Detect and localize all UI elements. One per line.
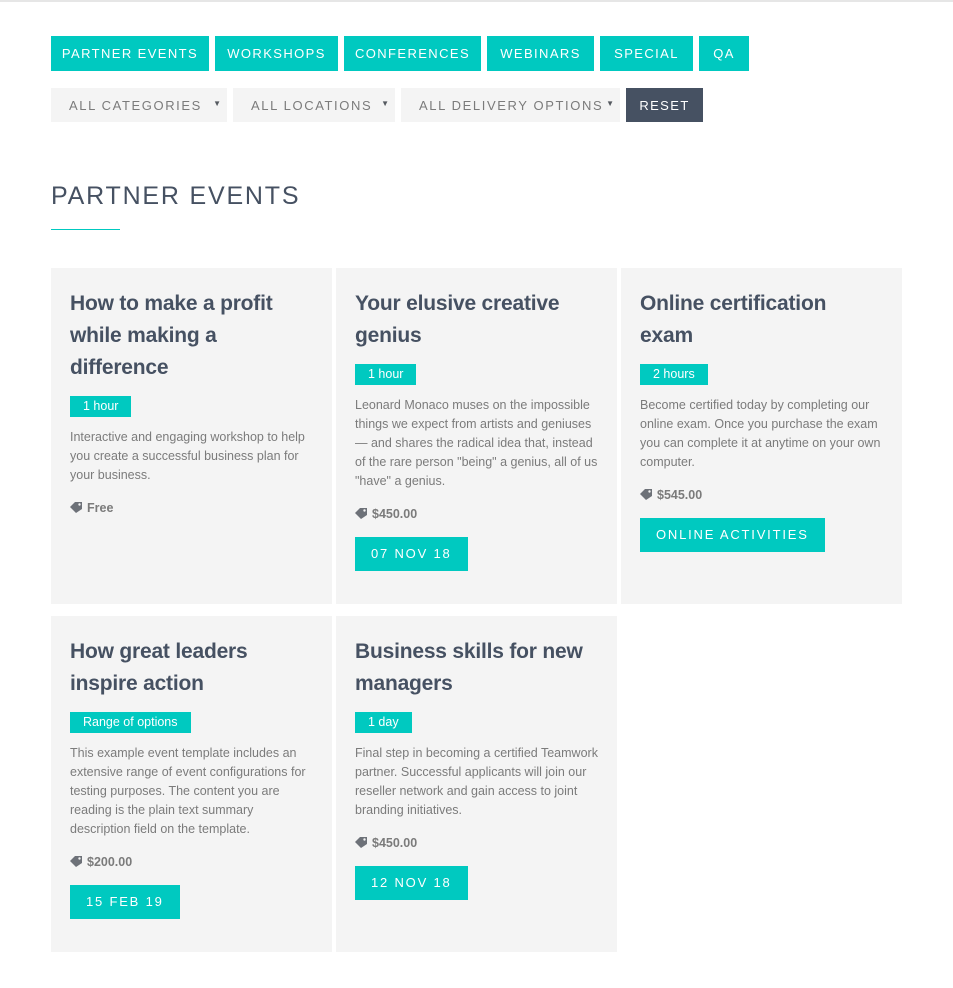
location-select[interactable]: ALL LOCATIONS ▼	[233, 88, 395, 122]
event-description: Interactive and engaging workshop to hel…	[70, 430, 305, 482]
caret-down-icon: ▼	[606, 99, 614, 108]
caret-down-icon: ▼	[213, 99, 221, 108]
event-card: Your elusive creative genius 1 hour Leon…	[336, 268, 617, 604]
event-date-button[interactable]: 07 NOV 18	[355, 537, 468, 571]
event-description: This example event template includes an …	[70, 746, 306, 836]
event-description: Final step in becoming a certified Teamw…	[355, 746, 598, 817]
price-tag-icon	[70, 856, 82, 867]
duration-badge: 2 hours	[640, 364, 708, 385]
tab-conferences[interactable]: CONFERENCES	[344, 36, 481, 71]
event-title[interactable]: Your elusive creative genius	[355, 288, 598, 352]
duration-badge: Range of options	[70, 712, 191, 733]
event-type-tabs: PARTNER EVENTS WORKSHOPS CONFERENCES WEB…	[51, 36, 749, 71]
event-price: $545.00	[640, 485, 883, 504]
event-price: $450.00	[355, 833, 598, 852]
online-activities-button[interactable]: ONLINE ACTIVITIES	[640, 518, 825, 552]
price-tag-icon	[640, 489, 652, 500]
caret-down-icon: ▼	[381, 99, 389, 108]
tab-webinars[interactable]: WEBINARS	[487, 36, 594, 71]
event-title[interactable]: How to make a profit while making a diff…	[70, 288, 313, 384]
price-tag-icon	[70, 502, 82, 513]
event-description: Leonard Monaco muses on the impossible t…	[355, 398, 598, 488]
title-underline	[51, 229, 120, 230]
reset-button[interactable]: RESET	[626, 88, 703, 122]
event-price: Free	[70, 498, 313, 517]
price-value: $200.00	[87, 854, 133, 869]
price-value: $450.00	[372, 506, 418, 521]
price-tag-icon	[355, 837, 367, 848]
duration-badge: 1 hour	[355, 364, 417, 385]
event-card: How great leaders inspire action Range o…	[51, 616, 332, 952]
location-select-label: ALL LOCATIONS	[251, 97, 373, 113]
event-price: $450.00	[355, 504, 598, 523]
event-date-button[interactable]: 12 NOV 18	[355, 866, 468, 900]
section-title: PARTNER EVENTS	[51, 182, 301, 210]
event-card: Business skills for new managers 1 day F…	[336, 616, 617, 952]
price-value: $450.00	[372, 835, 418, 850]
price-value: $545.00	[657, 487, 703, 502]
delivery-select-label: ALL DELIVERY OPTIONS	[419, 97, 604, 113]
event-card: How to make a profit while making a diff…	[51, 268, 332, 604]
event-description: Become certified today by completing our…	[640, 398, 881, 469]
category-select-label: ALL CATEGORIES	[69, 97, 202, 113]
event-title[interactable]: Online certification exam	[640, 288, 883, 352]
tab-special[interactable]: SPECIAL	[600, 36, 693, 71]
event-title[interactable]: How great leaders inspire action	[70, 636, 313, 700]
price-tag-icon	[355, 508, 367, 519]
event-date-button[interactable]: 15 FEB 19	[70, 885, 180, 919]
price-value: Free	[87, 500, 114, 515]
category-select[interactable]: ALL CATEGORIES ▼	[51, 88, 227, 122]
duration-badge: 1 day	[355, 712, 412, 733]
event-price: $200.00	[70, 852, 313, 871]
tab-partner-events[interactable]: PARTNER EVENTS	[51, 36, 209, 71]
tab-qa[interactable]: QA	[699, 36, 749, 71]
event-card: Online certification exam 2 hours Become…	[621, 268, 902, 604]
duration-badge: 1 hour	[70, 396, 132, 417]
tab-workshops[interactable]: WORKSHOPS	[215, 36, 338, 71]
top-border	[0, 0, 953, 2]
delivery-select[interactable]: ALL DELIVERY OPTIONS ▼	[401, 88, 620, 122]
event-title[interactable]: Business skills for new managers	[355, 636, 598, 700]
